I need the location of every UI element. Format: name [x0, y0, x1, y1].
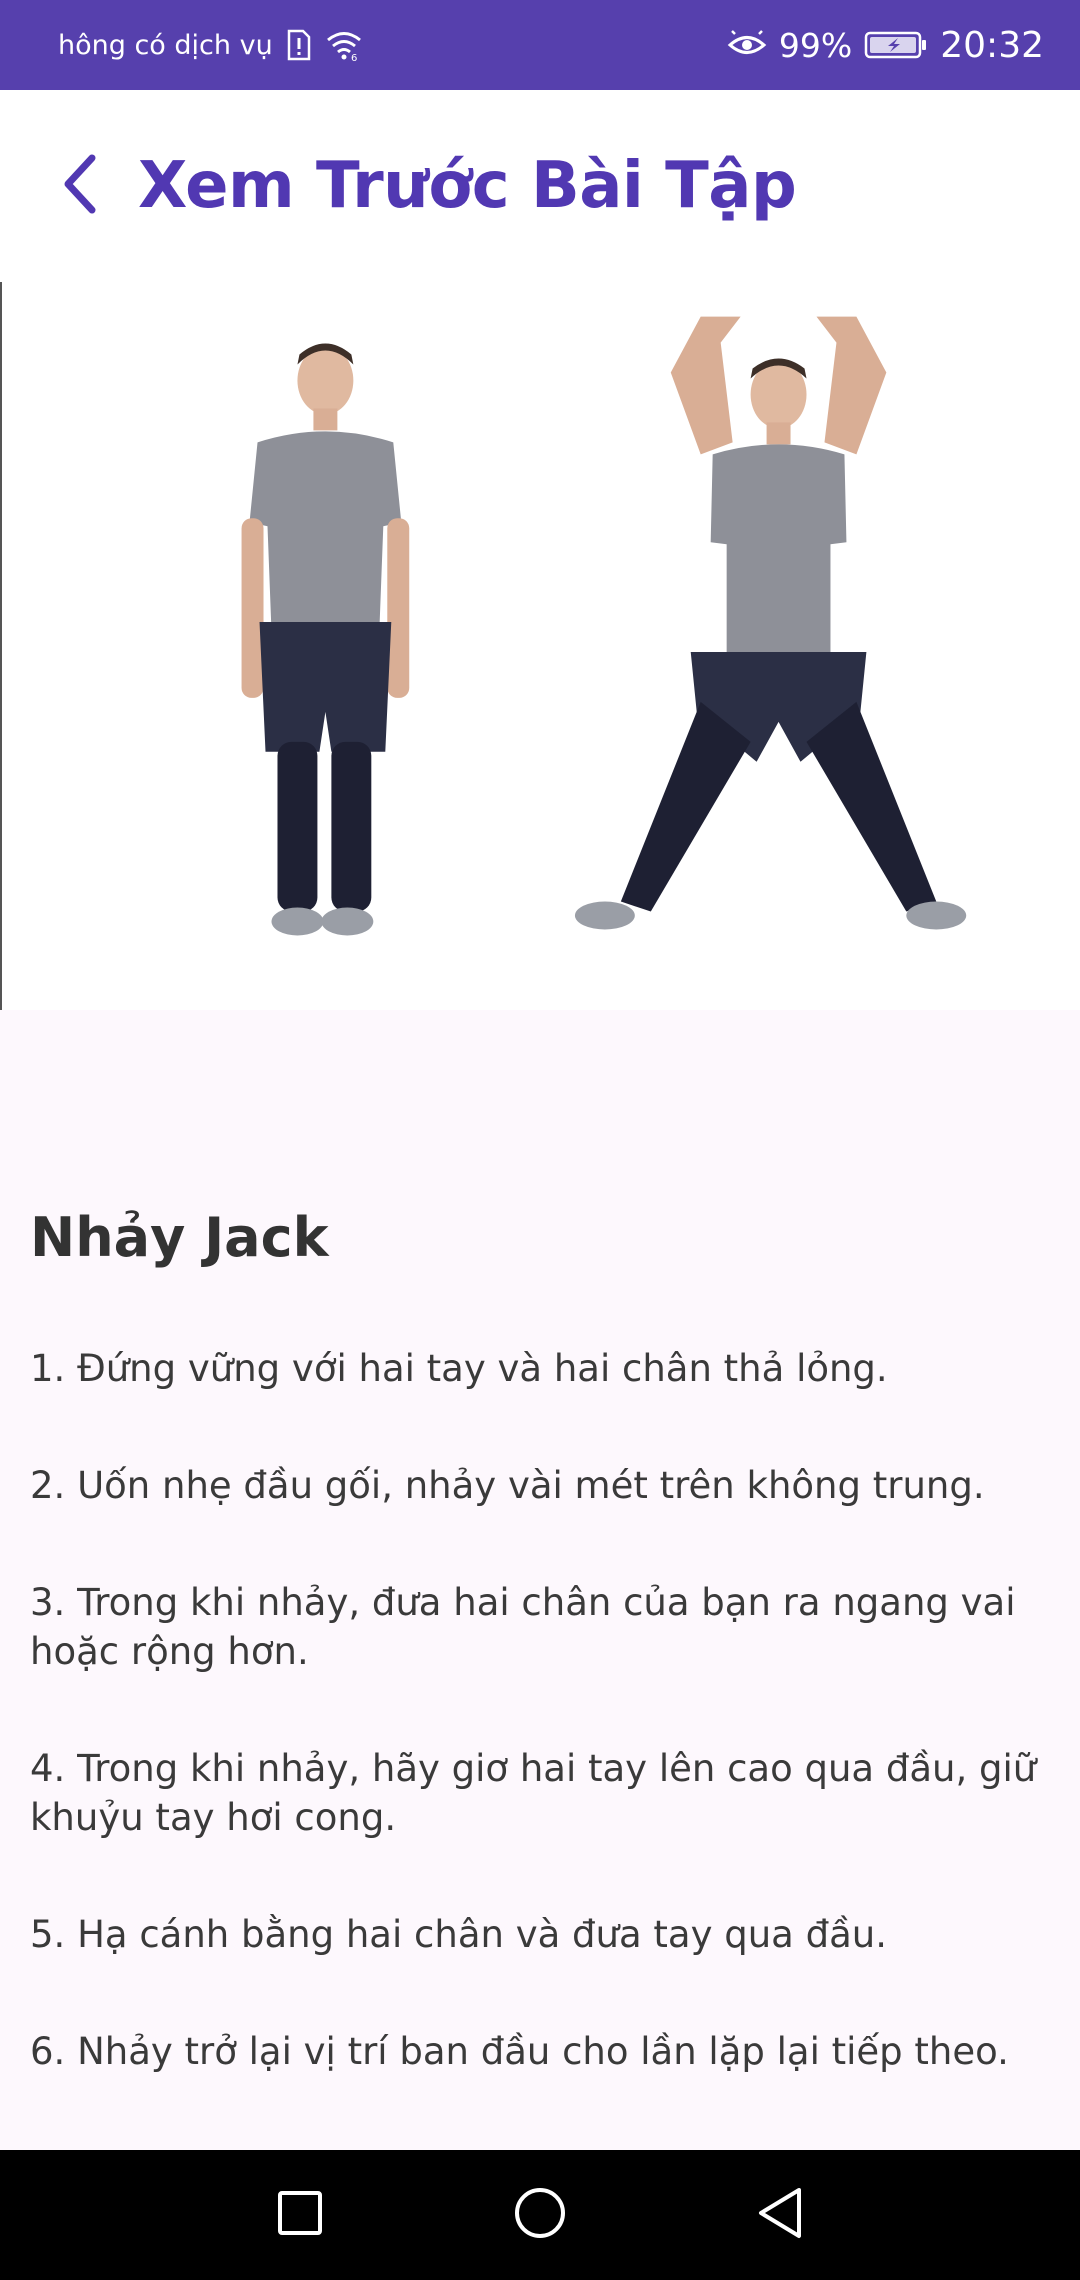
jumping-jack-figures [241, 316, 967, 936]
carrier-label: hông có dịch vụ [58, 29, 273, 61]
eye-comfort-icon [727, 30, 767, 60]
status-right: 99% 20:32 [727, 25, 1044, 66]
home-circle-icon [513, 2186, 567, 2245]
recents-button[interactable] [260, 2175, 340, 2255]
wifi-icon: 6 [325, 29, 363, 61]
sim-alert-icon [285, 29, 313, 61]
clock: 20:32 [940, 24, 1044, 66]
back-button[interactable] [32, 138, 128, 234]
figure-standing [241, 343, 410, 936]
exercise-details: Nhảy Jack 1. Đứng vững với hai tay và ha… [0, 1010, 1080, 2150]
recents-square-icon [276, 2189, 324, 2242]
battery-percent: 99% [778, 25, 853, 65]
exercise-name: Nhảy Jack [30, 1206, 329, 1269]
battery-icon [864, 30, 928, 60]
app-bar: Xem Trước Bài Tập [0, 90, 1080, 282]
status-left: hông có dịch vụ 6 [58, 29, 363, 61]
figure-jumping [574, 316, 967, 930]
page-title: Xem Trước Bài Tập [138, 149, 797, 223]
step-item: 4. Trong khi nhảy, hãy giơ hai tay lên c… [30, 1747, 1037, 1839]
svg-text:6: 6 [351, 53, 357, 61]
step-item: 2. Uốn nhẹ đầu gối, nhảy vài mét trên kh… [30, 1464, 985, 1507]
back-nav-button[interactable] [740, 2175, 820, 2255]
step-item: 3. Trong khi nhảy, đưa hai chân của bạn … [30, 1581, 1016, 1673]
home-button[interactable] [500, 2175, 580, 2255]
exercise-illustration [0, 282, 1080, 1010]
status-bar: hông có dịch vụ 6 99% 20:32 [0, 0, 1080, 90]
step-item: 6. Nhảy trở lại vị trí ban đầu cho lần l… [30, 2030, 1009, 2073]
step-item: 5. Hạ cánh bằng hai chân và đưa tay qua … [30, 1913, 887, 1956]
chevron-left-icon [60, 152, 100, 221]
system-nav-bar [0, 2150, 1080, 2280]
step-item: 1. Đứng vững với hai tay và hai chân thả… [30, 1347, 888, 1390]
back-triangle-icon [755, 2186, 805, 2245]
